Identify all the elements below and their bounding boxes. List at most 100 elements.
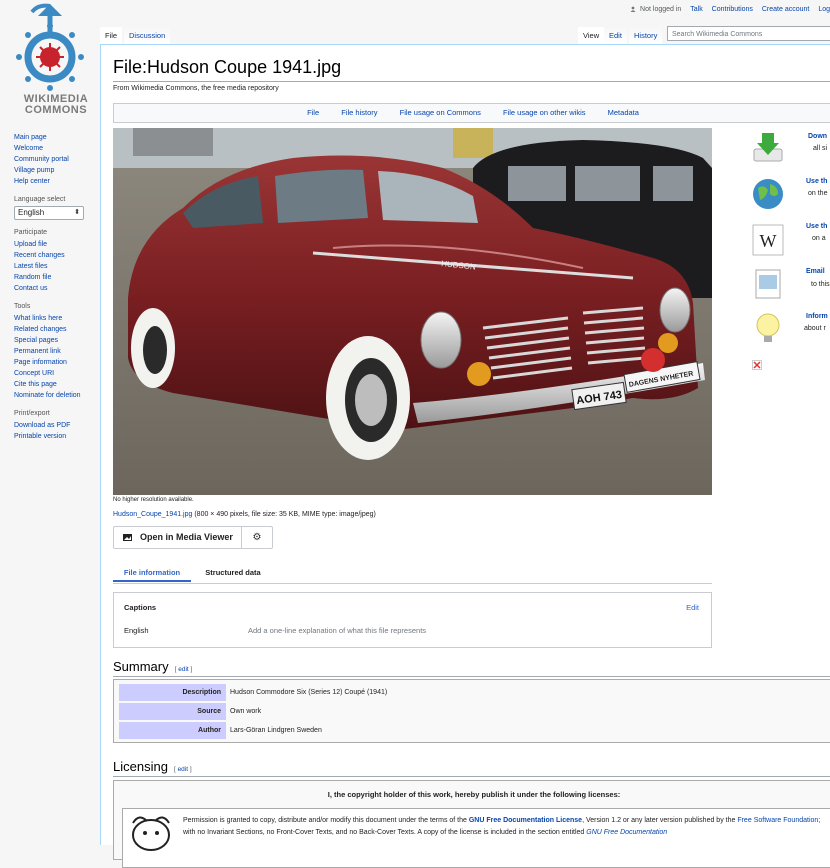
toc-file[interactable]: File <box>307 108 319 117</box>
sidebar-item-main-page[interactable]: Main page <box>14 132 99 143</box>
talk-link[interactable]: Talk <box>690 6 702 13</box>
license-text: Permission is granted to copy, distribut… <box>183 815 830 839</box>
gnu-head-icon <box>132 816 170 851</box>
language-select[interactable]: English ⬍ <box>14 206 84 220</box>
tab-edit[interactable]: Edit <box>604 27 627 45</box>
broken-image-icon <box>752 360 762 370</box>
licensing-heading: Licensing [ edit ] <box>113 759 192 774</box>
gear-icon[interactable]: ⚙ <box>242 527 272 548</box>
gfdl-license: Permission is granted to copy, distribut… <box>122 808 830 868</box>
caption-placeholder[interactable]: Add a one-line explanation of what this … <box>248 626 426 635</box>
tab-file[interactable]: File <box>100 27 123 45</box>
table-row: Source Own work <box>119 703 830 721</box>
file-details: (800 × 490 pixels, file size: 35 KB, MIM… <box>192 511 376 518</box>
sidebar-item-permanent-link[interactable]: Permanent link <box>14 346 99 357</box>
search-input[interactable]: Search Wikimedia Commons <box>667 26 830 41</box>
use-wiki-title[interactable]: Use th <box>806 223 827 230</box>
sidebar-item-help-center[interactable]: Help center <box>14 176 99 187</box>
sidebar-item-contact-us[interactable]: Contact us <box>14 283 99 294</box>
sidebar-item-recent-changes[interactable]: Recent changes <box>14 250 99 261</box>
sidebar-item-download-pdf[interactable]: Download as PDF <box>14 420 99 431</box>
summary-heading-text: Summary <box>113 659 169 674</box>
commons-logo[interactable]: WIKIMEDIA COMMONS <box>8 2 92 120</box>
site-subtitle: From Wikimedia Commons, the free media r… <box>113 85 279 92</box>
sidebar-item-village-pump[interactable]: Village pump <box>14 165 99 176</box>
content-area: File:Hudson Coupe 1941.jpg From Wikimedi… <box>100 44 830 868</box>
sidebar-item-upload-file[interactable]: Upload file <box>14 239 99 250</box>
summary-key: Source <box>119 703 226 720</box>
sidebar-item-random-file[interactable]: Random file <box>14 272 99 283</box>
svg-text:W: W <box>760 231 777 251</box>
toc-usage-other-wikis[interactable]: File usage on other wikis <box>503 108 586 117</box>
use-web-title[interactable]: Use th <box>806 178 827 185</box>
captions-edit-link[interactable]: Edit <box>686 603 699 612</box>
gfdl-section-link[interactable]: GNU Free Documentation <box>586 829 667 836</box>
licensing-divider <box>113 776 830 777</box>
media-viewer-buttons: Open in Media Viewer ⚙ <box>113 526 273 549</box>
file-image[interactable]: HUDSON AOH 743 DAGENS NYHETER <box>113 128 712 495</box>
table-row: Author Lars-Göran Lindgren Sweden <box>119 722 830 740</box>
chevron-updown-icon: ⬍ <box>74 209 80 216</box>
caption-language: English <box>124 626 149 635</box>
contributions-link[interactable]: Contributions <box>712 6 753 13</box>
sidebar-item-printable-version[interactable]: Printable version <box>14 431 99 442</box>
sidebar-item-nominate-for-deletion[interactable]: Nominate for deletion <box>14 390 99 401</box>
summary-table: Description Hudson Commodore Six (Series… <box>113 679 830 743</box>
lightbulb-icon[interactable] <box>752 312 784 344</box>
info-title[interactable]: Inform <box>806 313 828 320</box>
fsf-link-1[interactable]: Free <box>737 817 751 824</box>
summary-key: Description <box>119 684 226 701</box>
fsf-link-2[interactable]: Software Foundation <box>754 817 819 824</box>
tab-history[interactable]: History <box>629 27 663 45</box>
globe-icon[interactable] <box>752 178 784 210</box>
email-link-icon[interactable] <box>752 268 784 300</box>
file-info-tabs: File information Structured data <box>113 563 712 584</box>
download-icon[interactable] <box>752 131 784 163</box>
summary-value: Lars-Göran Lindgren Sweden <box>230 727 322 734</box>
user-icon <box>630 6 636 13</box>
download-title[interactable]: Down <box>808 133 827 140</box>
sidebar-item-cite-this-page[interactable]: Cite this page <box>14 379 99 390</box>
sidebar-item-concept-uri[interactable]: Concept URI <box>14 368 99 379</box>
sidebar-item-related-changes[interactable]: Related changes <box>14 324 99 335</box>
tab-file-information[interactable]: File information <box>113 563 191 582</box>
personal-tools: Not logged in Talk Contributions Create … <box>630 6 830 13</box>
tab-discussion[interactable]: Discussion <box>124 27 171 45</box>
info-sub: about r <box>804 325 826 332</box>
no-higher-resolution-note: No higher resolution available. <box>113 497 194 503</box>
table-row: Description Hudson Commodore Six (Series… <box>119 684 830 702</box>
licensing-edit-section: [ edit ] <box>173 766 192 773</box>
page-title: File:Hudson Coupe 1941.jpg <box>113 57 342 77</box>
sidebar-item-what-links-here[interactable]: What links here <box>14 313 99 324</box>
file-name-link[interactable]: Hudson_Coupe_1941.jpg <box>113 511 192 518</box>
sidebar-item-community-portal[interactable]: Community portal <box>14 154 99 165</box>
licensing-heading-text: Licensing <box>113 759 168 774</box>
login-link[interactable]: Log <box>818 6 830 13</box>
tab-view[interactable]: View <box>578 27 605 45</box>
license-box: I, the copyright holder of this work, he… <box>113 780 830 868</box>
sidebar-item-page-information[interactable]: Page information <box>14 357 99 368</box>
create-account-link[interactable]: Create account <box>762 6 809 13</box>
logo-wordmark: WIKIMEDIA COMMONS <box>8 94 104 116</box>
language-select-heading: Language select <box>14 196 66 203</box>
print-export-heading: Print/export <box>14 410 50 417</box>
toc-usage-commons[interactable]: File usage on Commons <box>400 108 481 117</box>
sidebar-item-special-pages[interactable]: Special pages <box>14 335 99 346</box>
tab-structured-data[interactable]: Structured data <box>193 563 273 582</box>
participate-heading: Participate <box>14 229 48 236</box>
open-media-viewer-button[interactable]: Open in Media Viewer <box>114 527 242 548</box>
email-sub: to this <box>811 281 830 288</box>
summary-edit-link[interactable]: edit <box>178 666 188 673</box>
gfdl-link[interactable]: GNU Free Documentation License <box>469 817 582 824</box>
email-title[interactable]: Email <box>806 268 825 275</box>
tools-heading: Tools <box>14 303 31 310</box>
summary-heading: Summary [ edit ] <box>113 659 192 674</box>
not-logged-in-label: Not logged in <box>640 6 682 13</box>
wikipedia-icon[interactable]: W <box>752 224 784 256</box>
sidebar-item-welcome[interactable]: Welcome <box>14 143 99 154</box>
toc-file-history[interactable]: File history <box>341 108 377 117</box>
licensing-edit-link[interactable]: edit <box>178 766 188 773</box>
summary-edit-section: [ edit ] <box>174 666 193 673</box>
toc-metadata[interactable]: Metadata <box>608 108 639 117</box>
sidebar-item-latest-files[interactable]: Latest files <box>14 261 99 272</box>
